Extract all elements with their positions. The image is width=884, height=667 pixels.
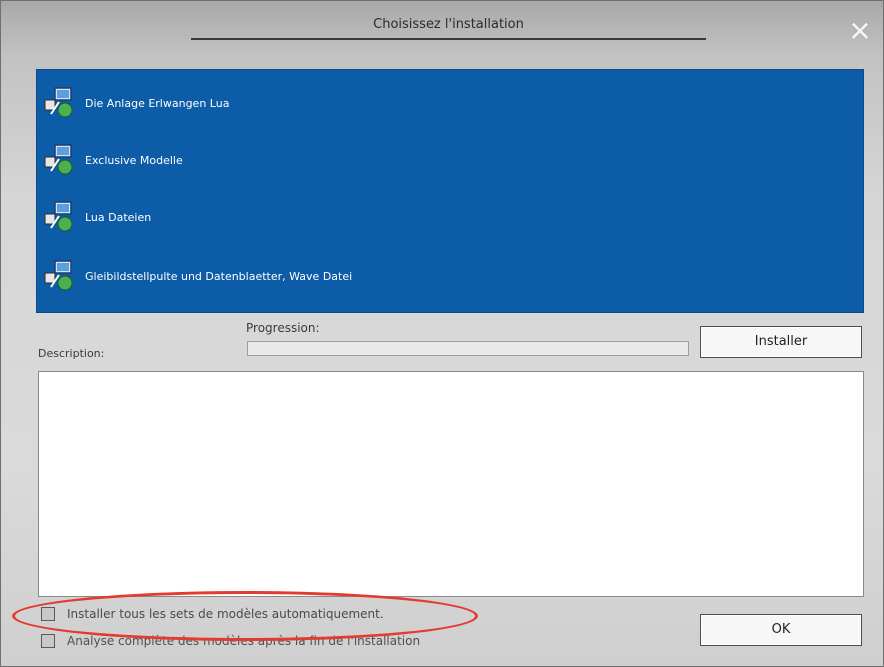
- auto-install-label: Installer tous les sets de modèles autom…: [67, 607, 384, 621]
- list-item[interactable]: Gleibildstellpulte und Datenblaetter, Wa…: [43, 251, 843, 301]
- description-box: [38, 371, 864, 597]
- title-underline: [191, 38, 706, 40]
- dialog-title: Choisissez l'installation: [373, 17, 524, 32]
- close-icon[interactable]: ✕: [843, 15, 877, 49]
- full-scan-checkbox[interactable]: [41, 634, 55, 648]
- description-label: Description:: [38, 347, 105, 360]
- install-package-icon: [43, 86, 77, 120]
- install-package-icon: [43, 200, 77, 234]
- progress-label: Progression:: [246, 321, 320, 335]
- list-item[interactable]: Exclusive Modelle: [43, 135, 843, 185]
- install-button[interactable]: Installer: [700, 326, 862, 358]
- full-scan-option[interactable]: Analyse complète des modèles après la fi…: [41, 634, 420, 648]
- install-list: Die Anlage Erlwangen Lua Exclusive Model…: [36, 69, 864, 313]
- auto-install-option[interactable]: Installer tous les sets de modèles autom…: [41, 607, 384, 621]
- ok-button[interactable]: OK: [700, 614, 862, 646]
- list-item-label: Exclusive Modelle: [85, 153, 183, 167]
- list-item-label: Gleibildstellpulte und Datenblaetter, Wa…: [85, 269, 353, 283]
- installer-dialog: Choisissez l'installation ✕ Die Anlage E…: [0, 0, 884, 667]
- list-item[interactable]: Lua Dateien: [43, 192, 843, 242]
- list-item-label: Die Anlage Erlwangen Lua: [85, 96, 230, 110]
- progress-bar: [247, 341, 689, 356]
- install-package-icon: [43, 259, 77, 293]
- full-scan-label: Analyse complète des modèles après la fi…: [67, 634, 421, 648]
- auto-install-checkbox[interactable]: [41, 607, 55, 621]
- list-item-label: Lua Dateien: [85, 210, 152, 224]
- list-item[interactable]: Die Anlage Erlwangen Lua: [43, 78, 843, 128]
- install-package-icon: [43, 143, 77, 177]
